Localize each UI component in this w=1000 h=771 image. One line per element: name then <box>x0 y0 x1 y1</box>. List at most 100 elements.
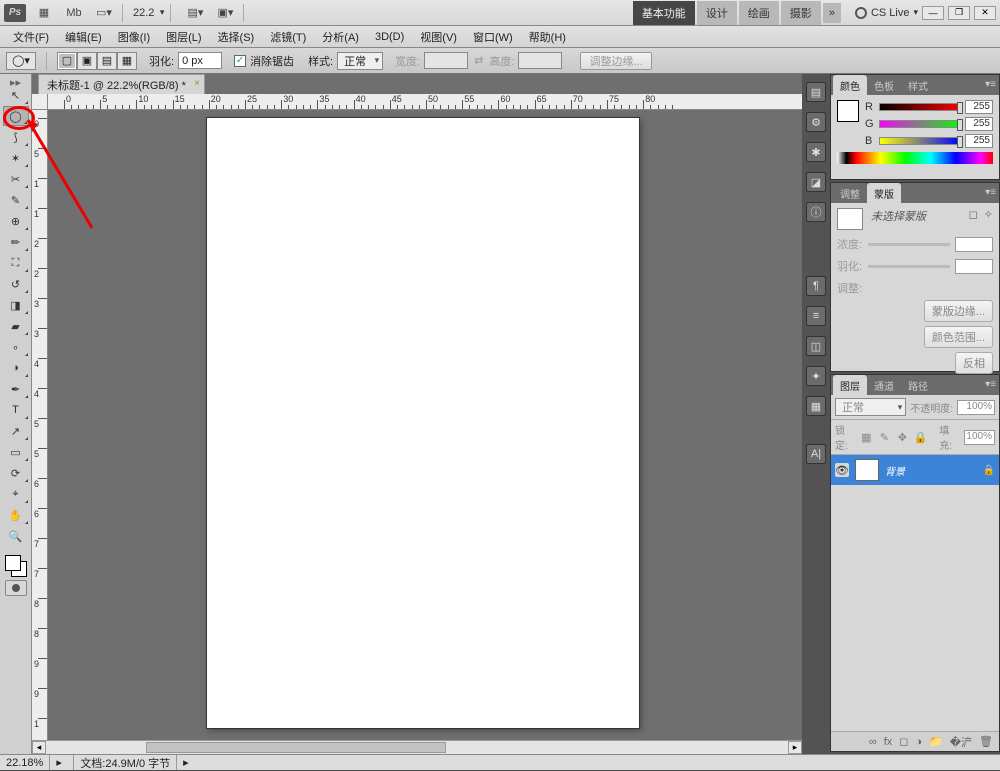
3d-camera-tool[interactable]: ⌖ <box>3 484 29 504</box>
paragraph-panel-icon[interactable]: ≡ <box>806 306 826 326</box>
pixel-mask-icon[interactable]: ◻ <box>969 208 978 221</box>
scroll-thumb[interactable] <box>146 742 446 753</box>
menu-window[interactable]: 窗口(W) <box>466 27 520 47</box>
canvas-viewport[interactable] <box>48 110 802 740</box>
menu-view[interactable]: 视图(V) <box>413 27 464 47</box>
scroll-left-arrow[interactable]: ◂ <box>32 741 46 754</box>
vertical-ruler[interactable]: 05112233445566778899111 <box>32 110 48 740</box>
bridge-icon[interactable]: ▦ <box>32 3 56 23</box>
workspace-essentials[interactable]: 基本功能 <box>633 1 695 25</box>
status-icon[interactable]: ▸ <box>50 755 74 770</box>
tool-preset-icon[interactable]: ✦ <box>806 366 826 386</box>
selection-subtract[interactable]: ▤ <box>97 52 117 70</box>
delete-layer-icon[interactable]: 🗑 <box>979 735 993 748</box>
fill-value[interactable]: 100% <box>964 430 995 445</box>
link-layers-icon[interactable]: ∞ <box>869 736 877 748</box>
menu-layer[interactable]: 图层(L) <box>159 27 208 47</box>
hand-tool[interactable]: ✋ <box>3 505 29 525</box>
gradient-tool[interactable]: ▰ <box>3 316 29 336</box>
tab-styles[interactable]: 样式 <box>901 75 935 95</box>
path-select-tool[interactable]: ↗ <box>3 421 29 441</box>
tab-paths[interactable]: 路径 <box>901 375 935 395</box>
tab-masks[interactable]: 蒙版 <box>867 183 901 203</box>
arrange-icon[interactable]: ▣▾ <box>213 3 237 23</box>
zoom-level-select[interactable]: 22.2 <box>129 7 164 19</box>
workspace-painting[interactable]: 绘画 <box>739 1 779 25</box>
type-tool[interactable]: T <box>3 400 29 420</box>
color-swatches[interactable] <box>3 553 29 579</box>
paragraph2-panel-icon[interactable]: A| <box>806 444 826 464</box>
quick-mask-toggle[interactable] <box>5 580 27 596</box>
navigator-panel-icon[interactable]: ◫ <box>806 336 826 356</box>
minibrige-icon[interactable]: Mb <box>62 3 86 23</box>
status-zoom[interactable]: 22.18% <box>0 755 50 770</box>
eyedropper-tool[interactable]: ✎ <box>3 190 29 210</box>
menu-select[interactable]: 选择(S) <box>211 27 262 47</box>
blur-tool[interactable]: ∘ <box>3 337 29 357</box>
minimize-button[interactable]: — <box>922 6 944 20</box>
mask-edge-button[interactable]: 蒙版边缘... <box>924 300 993 322</box>
workspace-more[interactable]: » <box>823 3 841 23</box>
b-slider[interactable] <box>879 137 961 145</box>
layer-mask-icon[interactable]: ◻ <box>899 735 908 748</box>
menu-file[interactable]: 文件(F) <box>6 27 56 47</box>
actions-panel-icon[interactable]: ⚙ <box>806 112 826 132</box>
layer-style-icon[interactable]: fx <box>884 736 893 748</box>
close-tab-icon[interactable]: × <box>194 78 200 89</box>
g-slider[interactable] <box>879 120 961 128</box>
ruler-origin[interactable] <box>32 94 48 110</box>
lock-all-icon[interactable]: 🔒 <box>913 430 927 444</box>
tab-channels[interactable]: 通道 <box>867 375 901 395</box>
dodge-tool[interactable]: ◑ <box>3 358 29 378</box>
foreground-color[interactable] <box>5 555 21 571</box>
panel-menu-icon[interactable]: ▾≡ <box>985 379 996 390</box>
move-tool[interactable]: ↖ <box>3 85 29 105</box>
view-extras-icon[interactable]: ▭▾ <box>92 3 116 23</box>
layer-name[interactable]: 背景 <box>885 463 977 478</box>
3d-tool[interactable]: ⟳ <box>3 463 29 483</box>
brush-panel-icon[interactable]: ✱ <box>806 142 826 162</box>
history-brush-tool[interactable]: ↺ <box>3 274 29 294</box>
menu-analysis[interactable]: 分析(A) <box>315 27 366 47</box>
clone-panel-icon[interactable]: ◪ <box>806 172 826 192</box>
style-select[interactable]: 正常 <box>337 52 383 70</box>
r-slider[interactable] <box>879 103 961 111</box>
feather-input[interactable]: 0 px <box>178 52 222 69</box>
vector-mask-icon[interactable]: ✧ <box>984 208 993 221</box>
workspace-photography[interactable]: 摄影 <box>781 1 821 25</box>
zoom-tool[interactable]: 🔍 <box>3 526 29 546</box>
color-preview[interactable] <box>837 100 859 122</box>
menu-filter[interactable]: 滤镜(T) <box>263 27 313 47</box>
lock-pixels-icon[interactable]: ✎ <box>877 430 891 444</box>
current-tool-icon[interactable]: ◯▾ <box>6 52 36 70</box>
g-value[interactable]: 255 <box>965 117 993 131</box>
b-value[interactable]: 255 <box>965 134 993 148</box>
hand-icon[interactable]: ▤▾ <box>183 3 207 23</box>
tab-color[interactable]: 颜色 <box>833 75 867 95</box>
lock-transparent-icon[interactable]: ▦ <box>859 430 873 444</box>
color-range-button[interactable]: 颜色范围... <box>924 326 993 348</box>
swatch-panel-icon[interactable]: ▦ <box>806 396 826 416</box>
refine-edge-button[interactable]: 调整边缘... <box>580 52 651 70</box>
selection-add[interactable]: ▣ <box>77 52 97 70</box>
history-panel-icon[interactable]: ▤ <box>806 82 826 102</box>
pen-tool[interactable]: ✒ <box>3 379 29 399</box>
invert-button[interactable]: 反相 <box>955 352 993 374</box>
shape-tool[interactable]: ▭ <box>3 442 29 462</box>
eraser-tool[interactable]: ◨ <box>3 295 29 315</box>
menu-help[interactable]: 帮助(H) <box>522 27 573 47</box>
menu-edit[interactable]: 编辑(E) <box>58 27 109 47</box>
crop-tool[interactable]: ✂ <box>3 169 29 189</box>
document-tab[interactable]: 未标题-1 @ 22.2%(RGB/8) *× <box>38 74 205 94</box>
brush-tool[interactable]: ✏ <box>3 232 29 252</box>
tab-swatches[interactable]: 色板 <box>867 75 901 95</box>
blend-mode-select[interactable]: 正常 <box>835 398 906 416</box>
panel-menu-icon[interactable]: ▾≡ <box>985 187 996 198</box>
tab-layers[interactable]: 图层 <box>833 375 867 395</box>
selection-intersect[interactable]: ▦ <box>117 52 137 70</box>
opacity-value[interactable]: 100% <box>957 400 995 415</box>
layer-thumbnail[interactable] <box>855 459 879 481</box>
quick-select-tool[interactable]: ✶ <box>3 148 29 168</box>
close-button[interactable]: ✕ <box>974 6 996 20</box>
r-value[interactable]: 255 <box>965 100 993 114</box>
